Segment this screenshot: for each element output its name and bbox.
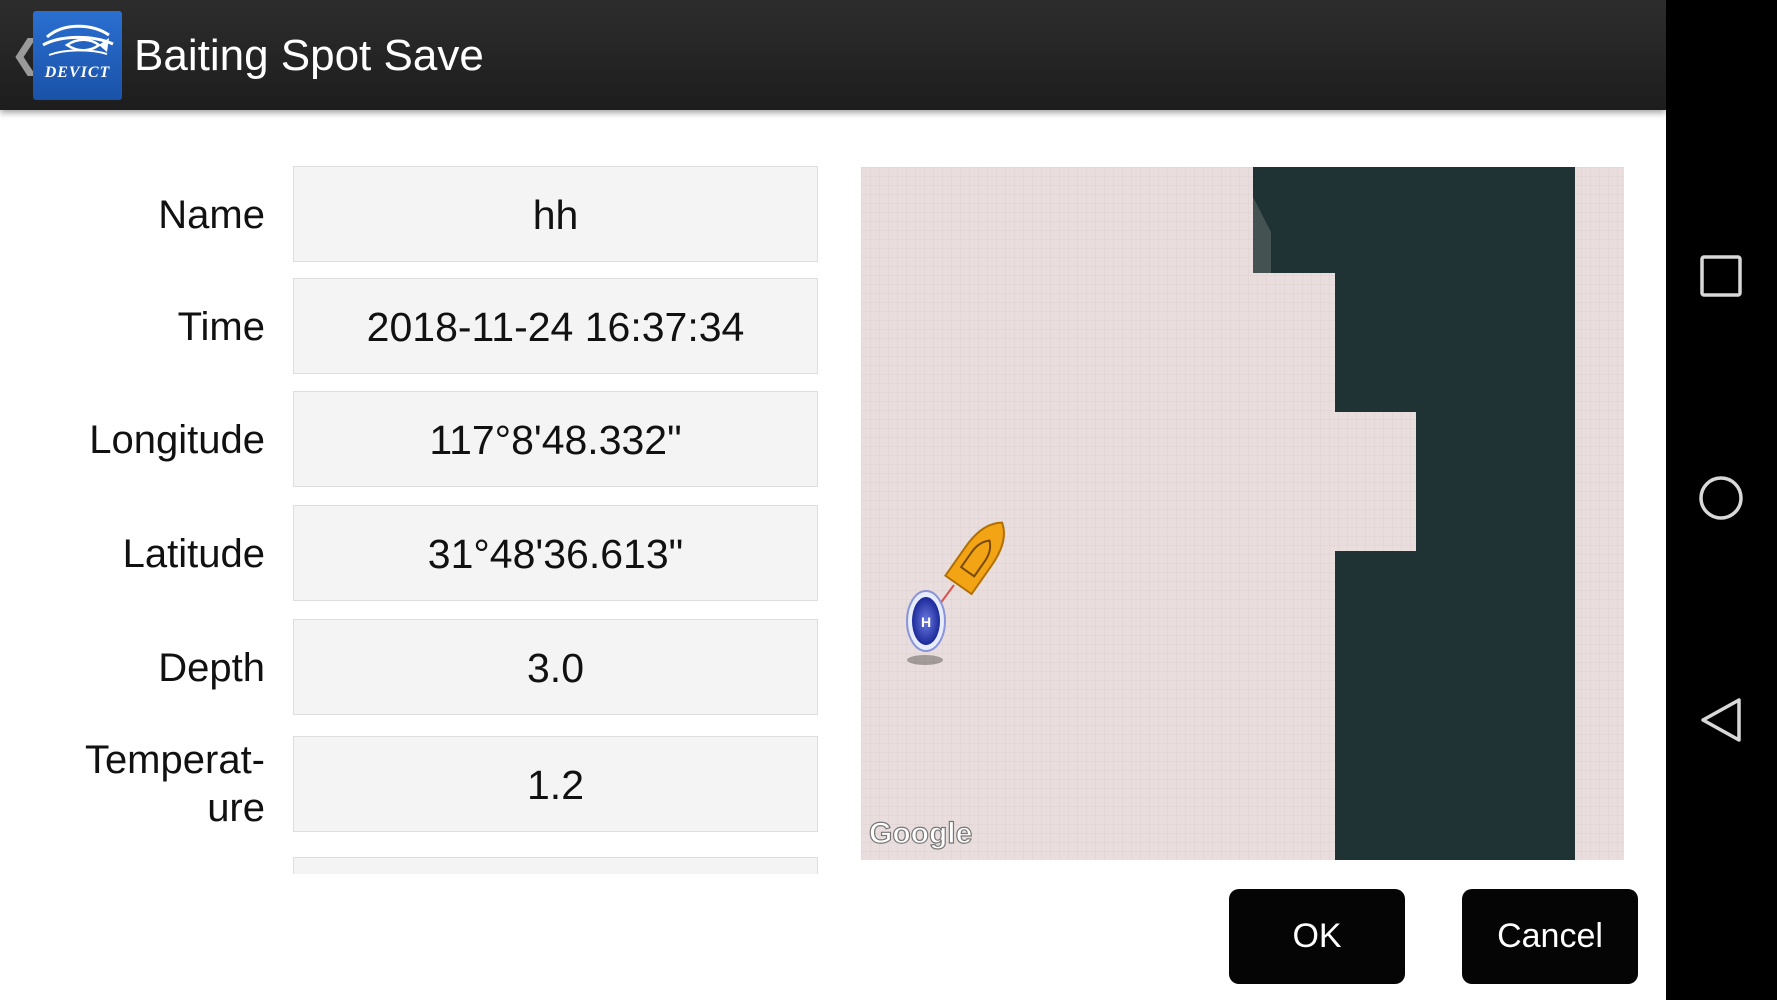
- name-label: Name: [158, 193, 265, 237]
- temperature-label-line1: Temperat-: [84, 738, 265, 782]
- time-label: Time: [177, 305, 265, 349]
- latitude-label: Latitude: [122, 532, 265, 576]
- depth-label: Depth: [158, 646, 265, 690]
- back-triangle-icon[interactable]: [1697, 696, 1745, 744]
- title-bar: ❮ DEVICT Baiting Spot Save: [0, 0, 1666, 110]
- page-title: Baiting Spot Save: [134, 31, 484, 80]
- longitude-field[interactable]: 117°8'48.332": [293, 391, 818, 487]
- home-marker-letter: H: [921, 614, 931, 630]
- next-row-partial: [0, 857, 830, 874]
- time-row: Time 2018-11-24 16:37:34: [0, 278, 830, 376]
- longitude-label: Longitude: [89, 418, 265, 462]
- depth-field[interactable]: 3.0: [293, 619, 818, 715]
- home-circle-icon[interactable]: [1697, 474, 1745, 522]
- logo-text: DEVICT: [44, 64, 111, 81]
- google-attribution: Google: [869, 817, 972, 850]
- map-view[interactable]: H Google: [861, 167, 1624, 860]
- spot-form[interactable]: Name hh Time 2018-11-24 16:37:34 Longitu…: [0, 160, 830, 874]
- cancel-button[interactable]: Cancel: [1462, 889, 1638, 984]
- app-screen: ❮ DEVICT Baiting Spot Save Name hh Time …: [0, 0, 1666, 1000]
- latitude-field[interactable]: 31°48'36.613": [293, 505, 818, 601]
- depth-row: Depth 3.0: [0, 619, 830, 717]
- name-row: Name hh: [0, 166, 830, 264]
- temperature-row: Temperat- ure 1.2: [0, 736, 830, 834]
- temperature-label-line2: ure: [207, 786, 265, 830]
- recents-square-icon[interactable]: [1697, 252, 1745, 300]
- system-nav-bar: [1666, 0, 1777, 1000]
- temperature-field[interactable]: 1.2: [293, 736, 818, 832]
- home-marker-icon: H: [906, 590, 946, 652]
- name-field[interactable]: hh: [293, 166, 818, 262]
- devict-logo: DEVICT: [33, 11, 122, 100]
- time-field[interactable]: 2018-11-24 16:37:34: [293, 278, 818, 374]
- longitude-row: Longitude 117°8'48.332": [0, 391, 830, 489]
- next-field-partial[interactable]: [293, 857, 818, 874]
- latitude-row: Latitude 31°48'36.613": [0, 505, 830, 603]
- ok-button[interactable]: OK: [1229, 889, 1405, 984]
